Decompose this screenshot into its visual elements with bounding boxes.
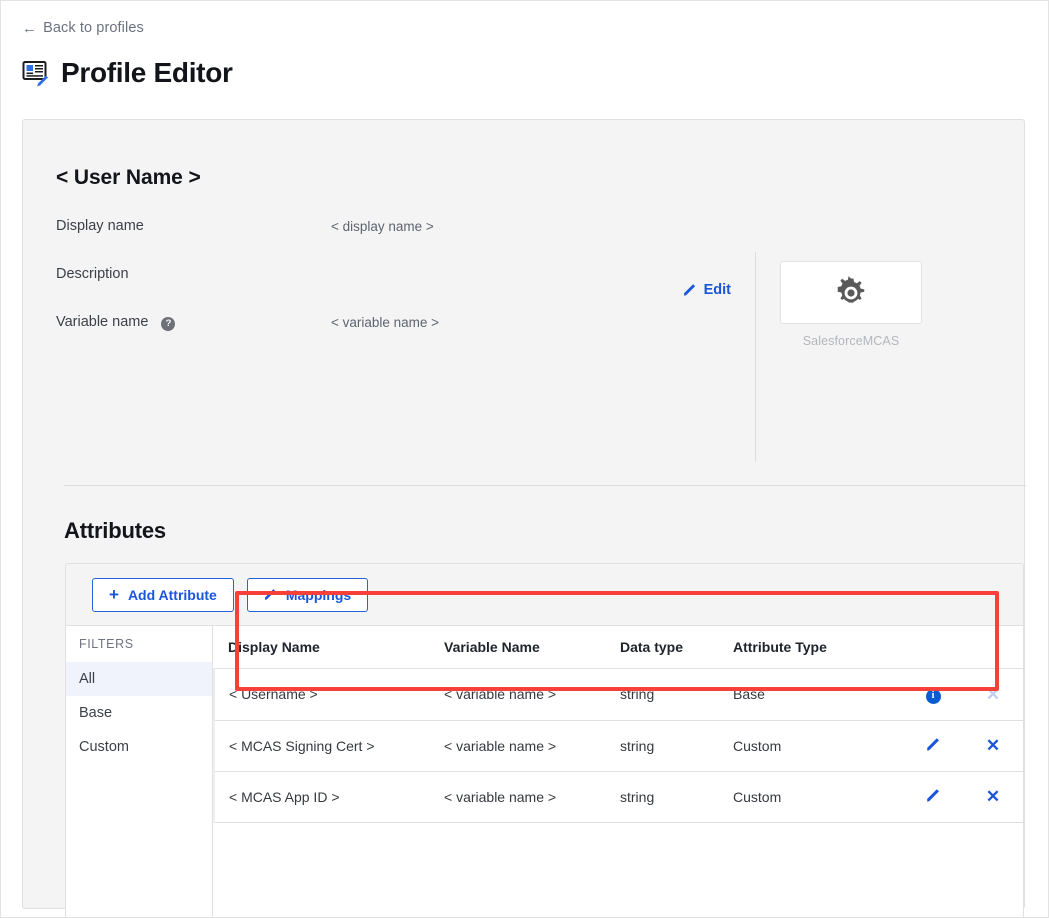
gear-icon: [831, 273, 871, 313]
attributes-section-title: Attributes: [64, 518, 166, 544]
user-name: < User Name >: [56, 166, 992, 190]
cell-data-type: string: [620, 771, 733, 822]
filter-item-all[interactable]: All: [66, 662, 212, 696]
add-attribute-label: Add Attribute: [128, 587, 217, 603]
field-label-display-name: Display name: [56, 218, 331, 234]
edit-label: Edit: [704, 282, 731, 298]
table-row: < MCAS App ID > < variable name > string…: [214, 771, 1023, 822]
app-tile[interactable]: [780, 261, 922, 324]
column-header-variable-name: Variable Name: [444, 626, 620, 669]
table-header-row: Display Name Variable Name Data type Att…: [214, 626, 1023, 669]
page-title: Profile Editor: [61, 59, 233, 87]
cell-action-delete: ✕: [963, 669, 1023, 721]
cell-attribute-type: Base: [733, 669, 903, 721]
cell-action-edit: [903, 720, 963, 771]
app-tile-label: SalesforceMCAS: [780, 334, 922, 348]
cell-variable-name: < variable name >: [444, 771, 620, 822]
cell-action-info: i: [903, 669, 963, 721]
edit-pencil-icon[interactable]: [926, 737, 941, 752]
summary-vertical-divider: [755, 252, 756, 462]
field-label-description: Description: [56, 266, 331, 282]
edit-pencil-icon[interactable]: [926, 788, 941, 803]
cell-action-delete: ✕: [963, 720, 1023, 771]
field-label-variable-name-text: Variable name: [56, 314, 148, 330]
back-arrow-icon: ←: [22, 21, 37, 36]
column-header-action-2: [963, 626, 1023, 669]
pencil-icon: [683, 283, 697, 297]
back-to-profiles-label: Back to profiles: [43, 20, 144, 36]
close-icon[interactable]: ✕: [986, 737, 1000, 754]
profile-card: < User Name > Display name < display nam…: [22, 119, 1025, 909]
close-icon[interactable]: ✕: [986, 788, 1000, 805]
field-display-name: Display name < display name >: [56, 218, 434, 234]
field-value-display-name: < display name >: [331, 219, 434, 234]
column-header-action-1: [903, 626, 963, 669]
pencil-icon: [264, 588, 277, 601]
close-icon-glyph: ✕: [986, 685, 1000, 704]
mappings-label: Mappings: [286, 587, 351, 603]
cell-action-delete: ✕: [963, 771, 1023, 822]
app-tile-wrapper: SalesforceMCAS: [780, 261, 922, 348]
cell-action-edit: [903, 771, 963, 822]
field-description: Description: [56, 266, 331, 282]
table-row: < MCAS Signing Cert > < variable name > …: [214, 720, 1023, 771]
cell-data-type: string: [620, 669, 733, 721]
column-header-data-type: Data type: [620, 626, 733, 669]
attributes-toolbar: + Add Attribute Mappings: [66, 564, 1023, 626]
edit-profile-button[interactable]: Edit: [683, 282, 731, 298]
cell-display-name: < MCAS Signing Cert >: [214, 720, 444, 771]
cell-display-name: < Username >: [214, 669, 444, 721]
cell-attribute-type: Custom: [733, 720, 903, 771]
attributes-table-wrapper: Display Name Variable Name Data type Att…: [213, 626, 1023, 918]
mappings-button[interactable]: Mappings: [247, 578, 368, 612]
field-value-variable-name: < variable name >: [331, 315, 439, 330]
column-header-attribute-type: Attribute Type: [733, 626, 903, 669]
column-header-display-name: Display Name: [214, 626, 444, 669]
attributes-panel: + Add Attribute Mappings FILTERS All Bas…: [65, 563, 1024, 918]
attributes-body: FILTERS All Base Custom Display Name Var…: [66, 626, 1023, 918]
back-to-profiles-link[interactable]: ← Back to profiles: [22, 20, 144, 36]
cell-display-name: < MCAS App ID >: [214, 771, 444, 822]
cell-variable-name: < variable name >: [444, 669, 620, 721]
info-icon[interactable]: i: [926, 689, 941, 704]
filter-item-custom[interactable]: Custom: [66, 730, 212, 764]
field-variable-name: Variable name ? < variable name >: [56, 314, 439, 331]
cell-attribute-type: Custom: [733, 771, 903, 822]
close-icon-glyph: ✕: [986, 787, 1000, 806]
plus-icon: +: [109, 586, 119, 603]
info-icon-glyph: i: [926, 689, 941, 704]
filters-sidebar: FILTERS All Base Custom: [66, 626, 213, 918]
help-icon[interactable]: ?: [161, 317, 175, 331]
table-row: < Username > < variable name > string Ba…: [214, 669, 1023, 721]
filter-item-base[interactable]: Base: [66, 696, 212, 730]
page-title-row: Profile Editor: [22, 59, 233, 87]
attributes-table: Display Name Variable Name Data type Att…: [213, 626, 1023, 823]
close-icon[interactable]: ✕: [986, 686, 1000, 703]
close-icon-glyph: ✕: [986, 736, 1000, 755]
add-attribute-button[interactable]: + Add Attribute: [92, 578, 234, 612]
filters-heading: FILTERS: [66, 637, 212, 662]
cell-variable-name: < variable name >: [444, 720, 620, 771]
profile-editor-icon: [22, 59, 50, 87]
profile-editor-page: ← Back to profiles Profile Editor < User…: [0, 0, 1049, 918]
cell-data-type: string: [620, 720, 733, 771]
field-label-variable-name: Variable name ?: [56, 314, 331, 331]
section-divider: [64, 485, 1026, 486]
